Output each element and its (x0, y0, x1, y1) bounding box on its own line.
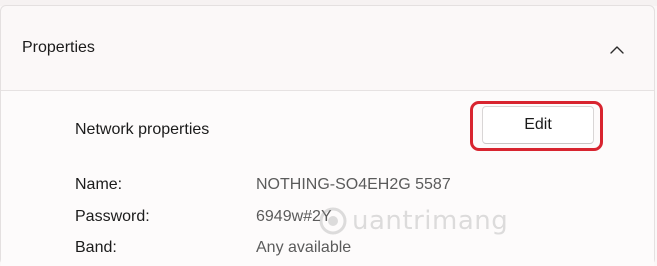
band-label: Band: (75, 239, 117, 256)
properties-body: Network properties Edit Name: NOTHING-SO… (1, 91, 654, 266)
properties-panel: Properties Network properties Edit Name:… (0, 5, 655, 266)
panel-title: Properties (22, 39, 95, 56)
password-label: Password: (75, 208, 150, 225)
network-properties-label: Network properties (75, 121, 210, 138)
name-label: Name: (75, 176, 123, 193)
name-value: NOTHING-SO4EH2G 5587 (256, 176, 451, 193)
properties-header[interactable]: Properties (1, 6, 654, 91)
password-value: 6949w#2Y (256, 208, 332, 225)
collapse-button[interactable] (605, 40, 629, 58)
chevron-up-icon (610, 45, 624, 54)
band-value: Any available (256, 239, 352, 256)
edit-highlight-box (470, 101, 603, 151)
